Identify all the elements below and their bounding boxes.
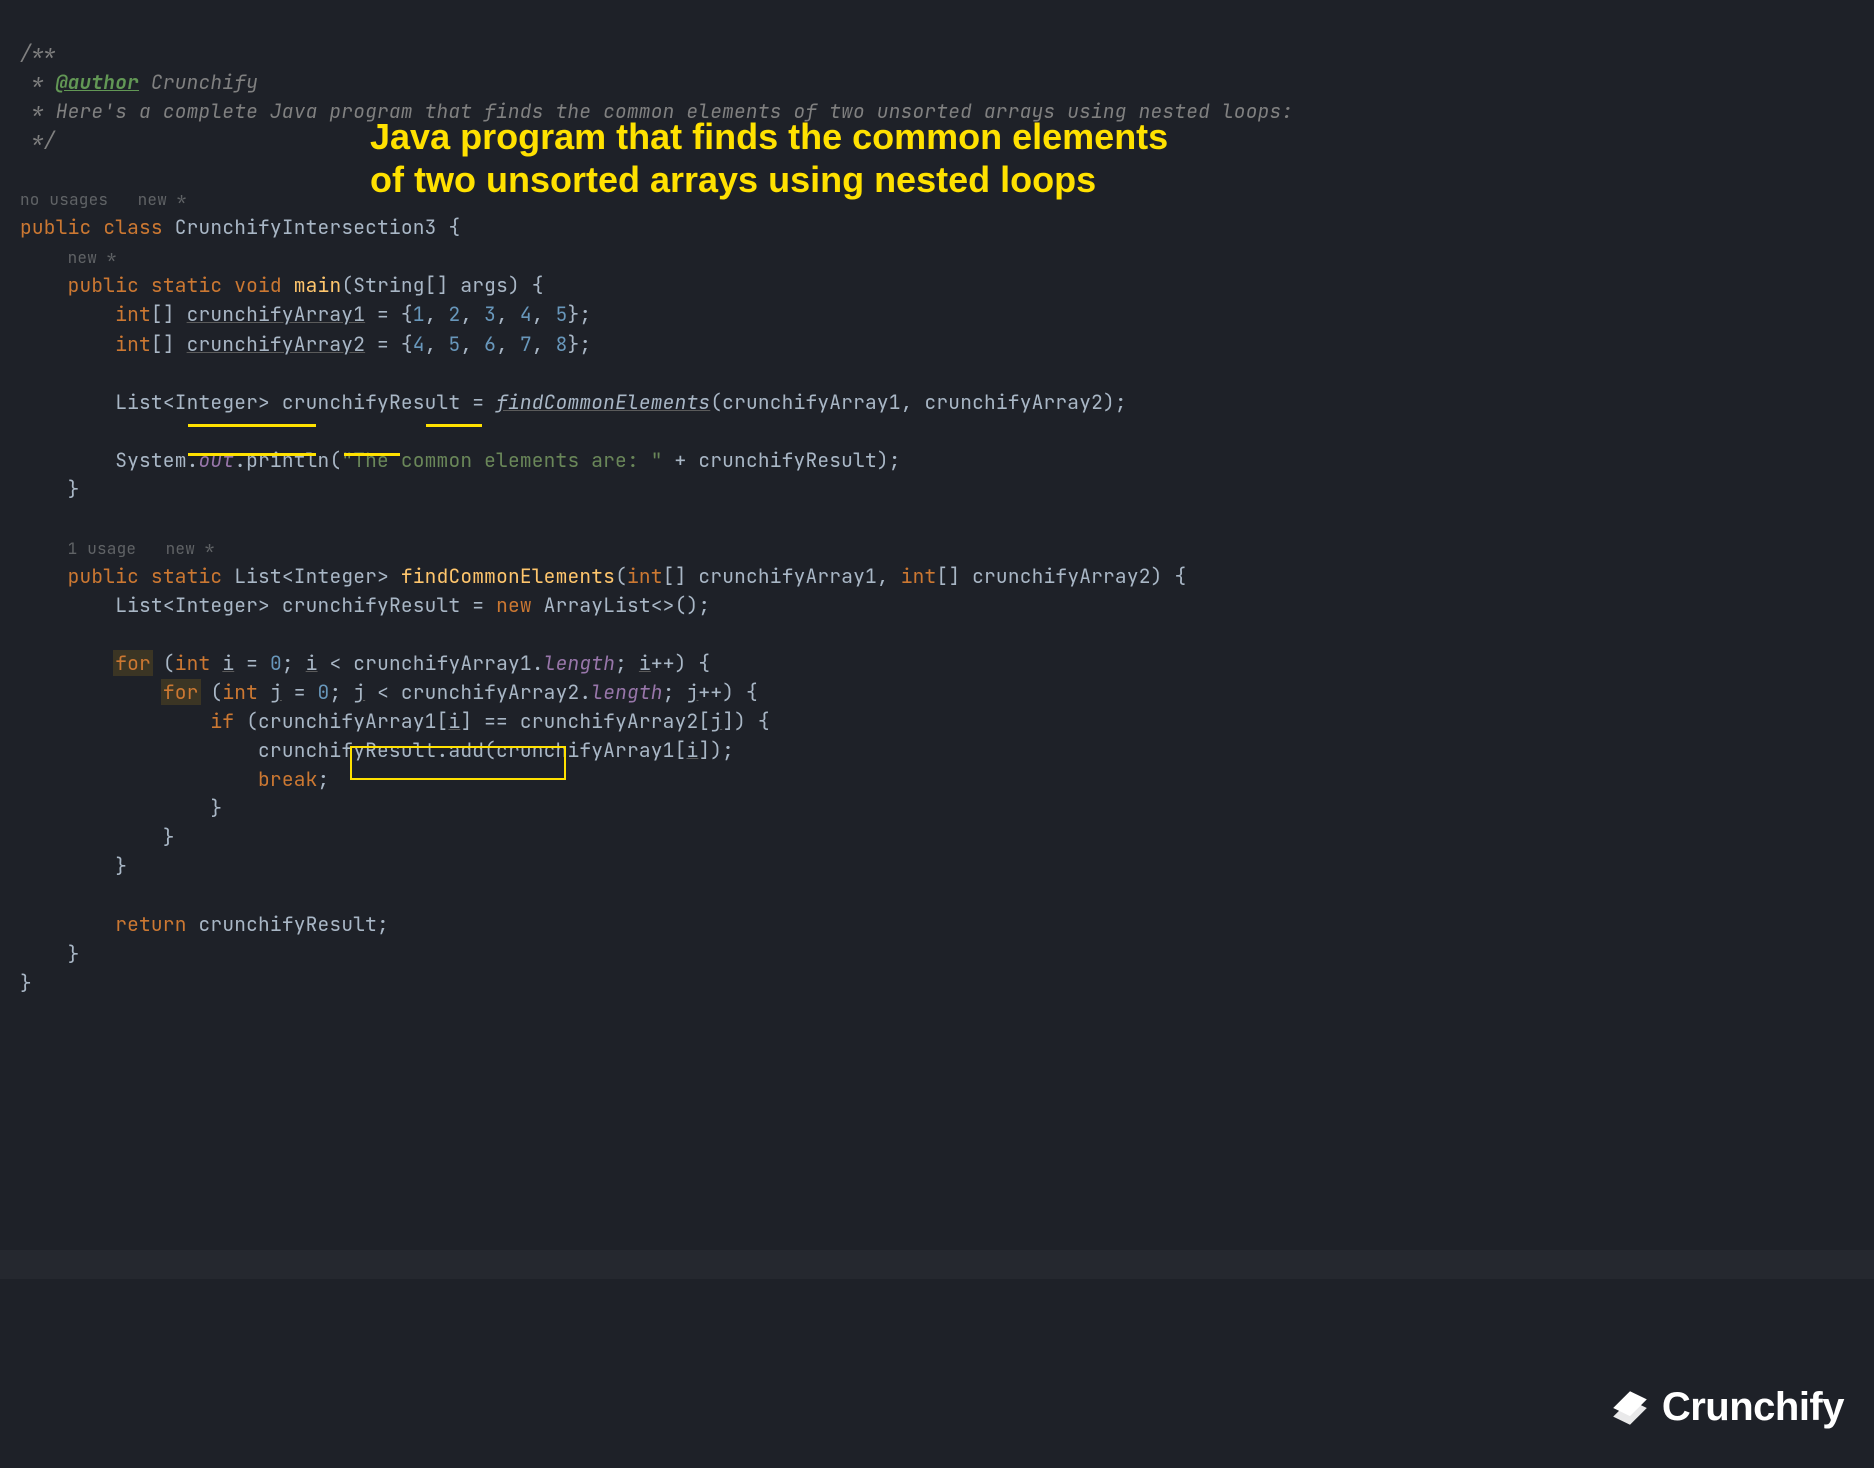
num: 5: [556, 301, 568, 327]
num: 4: [520, 301, 532, 327]
crunchify-logo-icon: [1606, 1384, 1654, 1432]
param-args: args: [460, 272, 508, 298]
var-i: i: [448, 708, 460, 734]
param-arr1: crunchifyArray1: [698, 563, 877, 589]
var-arr1: crunchifyArray1: [187, 301, 366, 327]
kw-if: if: [210, 708, 234, 734]
main-inlay-hint: new *: [68, 247, 117, 268]
var-j: j: [353, 679, 365, 705]
kw-class: class: [103, 214, 163, 240]
title-overlay: Java program that finds the common eleme…: [370, 115, 1190, 201]
var-i: i: [222, 650, 234, 676]
var-result: crunchifyResult: [199, 911, 378, 937]
var-arr1: crunchifyArray1: [496, 737, 675, 763]
type-list: List: [115, 592, 163, 618]
kw-void: void: [234, 272, 282, 298]
type-list: List: [115, 389, 163, 415]
var-result: crunchifyResult: [698, 447, 877, 473]
var-j: j: [687, 679, 699, 705]
kw-int: int: [222, 679, 258, 705]
var-j: j: [710, 708, 722, 734]
call-findcommon: findCommonElements: [496, 389, 710, 415]
kw-public: public: [20, 214, 91, 240]
num: 5: [448, 331, 460, 357]
javadoc-open: /**: [20, 40, 56, 66]
main-method: main: [294, 272, 342, 298]
var-arr2: crunchifyArray2: [187, 331, 366, 357]
kw-public: public: [68, 272, 139, 298]
javadoc-author-tag: @author: [56, 69, 139, 95]
var-i: i: [639, 650, 651, 676]
type-string: String: [353, 272, 424, 298]
ident-system: System: [115, 447, 186, 473]
var-arr1: crunchifyArray1: [353, 650, 532, 676]
var-arr1: crunchifyArray1: [258, 708, 437, 734]
var-j: j: [270, 679, 282, 705]
num: 0: [270, 650, 282, 676]
kw-int: int: [115, 301, 151, 327]
var-i: i: [686, 737, 698, 763]
type-integer: Integer: [175, 389, 258, 415]
current-line-highlight: [0, 1250, 1874, 1279]
var-arr2: crunchifyArray2: [520, 708, 699, 734]
var-result: crunchifyResult: [282, 389, 461, 415]
num: 0: [318, 679, 330, 705]
var-result: crunchifyResult: [282, 592, 461, 618]
type-integer: Integer: [175, 592, 258, 618]
javadoc-author-line: *: [20, 69, 56, 95]
method-add: add: [448, 737, 484, 763]
kw-return: return: [115, 911, 186, 937]
kw-static: static: [151, 272, 222, 298]
kw-int: int: [627, 563, 663, 589]
num: 2: [448, 301, 460, 327]
class-inlay-hint: no usages new *: [20, 189, 187, 210]
arg-arr2: crunchifyArray2: [925, 389, 1104, 415]
var-result: crunchifyResult: [258, 737, 437, 763]
class-name: CrunchifyIntersection3: [175, 214, 437, 240]
num: 4: [413, 331, 425, 357]
crunchify-logo-text: Crunchify: [1662, 1378, 1844, 1438]
var-arr2: crunchifyArray2: [401, 679, 580, 705]
num: 1: [413, 301, 425, 327]
arg-arr1: crunchifyArray1: [722, 389, 901, 415]
ident-out: out: [199, 447, 235, 473]
string-literal: "The common elements are: ": [341, 447, 662, 473]
num: 7: [520, 331, 532, 357]
kw-int: int: [175, 650, 211, 676]
num: 6: [484, 331, 496, 357]
kw-public: public: [68, 563, 139, 589]
prop-length: length: [544, 650, 615, 676]
num: 8: [556, 331, 568, 357]
num: 3: [484, 301, 496, 327]
kw-break: break: [258, 766, 318, 792]
method-inlay-hint: 1 usage new *: [68, 538, 215, 559]
kw-static: static: [151, 563, 222, 589]
ident-println: println: [246, 447, 329, 473]
var-i: i: [306, 650, 318, 676]
kw-new: new: [496, 592, 532, 618]
kw-int: int: [901, 563, 937, 589]
method-findcommon: findCommonElements: [401, 563, 615, 589]
type-integer: Integer: [294, 563, 377, 589]
javadoc-close: */: [20, 127, 56, 153]
type-list: List: [234, 563, 282, 589]
kw-int: int: [115, 331, 151, 357]
javadoc-author-name: Crunchify: [139, 69, 258, 95]
param-arr2: crunchifyArray2: [972, 563, 1151, 589]
type-arraylist: ArrayList: [544, 592, 651, 618]
kw-for: for: [161, 679, 201, 705]
crunchify-logo: Crunchify: [1606, 1378, 1844, 1438]
kw-for: for: [113, 650, 153, 676]
prop-length: length: [591, 679, 662, 705]
